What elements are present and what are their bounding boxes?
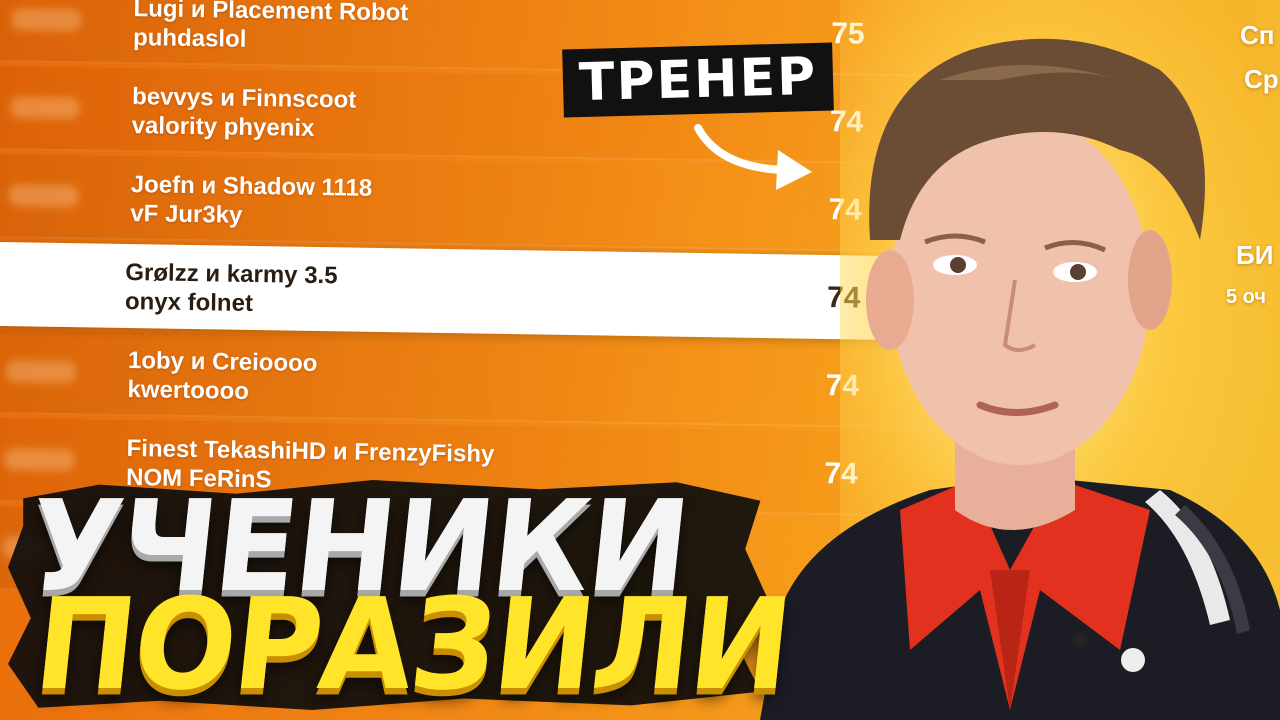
team-line-1: Joefn и Shadow 1118 [130, 171, 373, 202]
team-line-2: kwertoooo [127, 376, 250, 405]
rank-badge [11, 8, 82, 32]
person-illustration [760, 38, 1280, 720]
team-names: Lugi и Placement Robot puhdaslol [133, 0, 409, 56]
ear-left [866, 250, 914, 350]
rank-badge [5, 360, 76, 384]
rank-badge [4, 448, 75, 472]
team-line-2: valority phyenix [131, 112, 315, 142]
team-names: Grølzz и karmy 3.5 onyx folnet [125, 258, 338, 319]
team-names: Joefn и Shadow 1118 vF Jur3ky [130, 170, 372, 232]
rank-badge [8, 184, 79, 208]
coach-label-text: ТРЕНЕР [578, 46, 819, 114]
ear-right [1128, 230, 1172, 330]
pupil-left [950, 257, 966, 273]
rank-badge [9, 96, 81, 120]
arrow-icon [694, 124, 812, 190]
team-line-2: onyx folnet [124, 288, 254, 318]
coach-label: ТРЕНЕР [562, 42, 835, 118]
team-line-2: vF Jur3ky [130, 200, 243, 229]
team-line-1: Grølzz и karmy 3.5 [125, 259, 338, 290]
team-line-1: 1oby и Creioooo [127, 347, 318, 378]
team-names: 1oby и Creioooo kwertoooo [127, 346, 317, 407]
headline-line-2: ПОРАЗИЛИ [28, 572, 797, 719]
person-photo [740, 10, 1280, 720]
team-names: bevvys и Finnscoot valority phyenix [131, 82, 356, 144]
lapel-mic [1072, 632, 1088, 648]
team-line-1: bevvys и Finnscoot [131, 83, 357, 114]
team-line-2: puhdaslol [132, 24, 247, 53]
jacket-button [1121, 648, 1145, 672]
pupil-right [1070, 264, 1086, 280]
